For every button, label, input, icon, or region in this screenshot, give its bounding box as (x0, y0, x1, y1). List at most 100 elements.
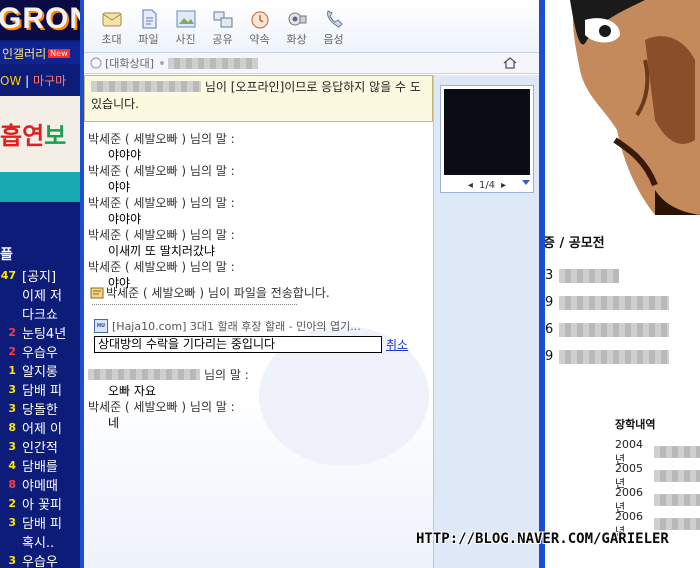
banner-strip (0, 172, 82, 202)
nav-separator: | (21, 74, 33, 88)
comment-count: 47 (0, 269, 16, 282)
message-sender: 박세준 ( 세발오빠 ) 님의 말 : (88, 260, 235, 274)
award-item: 3 (545, 262, 669, 289)
message-sender: 박세준 ( 세발오빠 ) 님의 말 : (88, 228, 235, 242)
webcam-icon (288, 12, 306, 26)
award-item: 9 (545, 343, 669, 370)
blog-url-watermark: HTTP://BLOG.NAVER.COM/GARIELER (416, 531, 669, 547)
partner-label: [대화상대] (105, 57, 155, 70)
message-sender: 박세준 ( 세발오빠 ) 님의 말 : (88, 164, 235, 178)
pager-next-button[interactable]: ▸ (501, 180, 506, 191)
info-icon (90, 57, 102, 69)
toolbar-label: 화상 (286, 33, 307, 46)
contact-avatar[interactable] (444, 89, 530, 175)
board-post-item[interactable]: 3 인간적 (0, 437, 82, 456)
message-text: 이새끼 또 딸치러갔냐 (108, 244, 215, 258)
nav-link-pink[interactable]: 마구마 (33, 74, 66, 88)
sender-label: 님의 말 : (204, 368, 249, 382)
message-text: 야야 (108, 180, 131, 194)
site-logo[interactable]: GRON (0, 2, 82, 36)
post-title: 담배 피 (22, 384, 63, 399)
comment-count: 3 (8, 516, 16, 529)
toolbar-label: 음성 (323, 33, 344, 46)
board-post-item[interactable]: 3 담배 피 (0, 513, 82, 532)
nav-link-ow[interactable]: OW (0, 74, 21, 88)
scholarship-item: 2005년 (615, 462, 700, 490)
board-post-item[interactable]: 4 담배를 (0, 456, 82, 475)
post-title: 아 꽃피 (22, 498, 63, 513)
award-redacted (559, 322, 669, 337)
scholarship-redacted (654, 446, 700, 458)
post-title: 어제 이 (22, 422, 63, 437)
avatar-pager: ◂ 1/4 ▸ (441, 178, 533, 192)
message-text: 오빠 자요 (108, 384, 156, 398)
new-badge: New (48, 49, 70, 58)
banner-text-green: 보 (44, 122, 67, 150)
redacted-name (91, 81, 201, 92)
post-title: [공지] (22, 270, 57, 285)
board-post-item[interactable]: 8 야메때 (0, 475, 82, 494)
comment-count: 8 (8, 421, 16, 434)
board-post-item[interactable]: 이제 저 (0, 285, 82, 304)
award-year-digit: 3 (545, 268, 554, 283)
pager-prev-button[interactable]: ◂ (468, 180, 473, 191)
board-post-item[interactable]: 혹시.. (0, 532, 82, 551)
chat-log: 박세준 ( 세발오빠 ) 님이 파일을 전송합니다. HU [Haja10.co… (84, 126, 433, 568)
site-logo-band: GRON (0, 0, 82, 40)
award-item: 9 (545, 289, 669, 316)
toolbar-button-file[interactable]: 파일 (131, 8, 166, 50)
board-post-item[interactable]: 2 눈팅4년 (0, 323, 82, 342)
separator-dot (160, 61, 165, 65)
scholarship-redacted (654, 494, 700, 506)
scholarship-redacted (654, 518, 700, 530)
toolbar-button-schedule[interactable]: 약속 (242, 8, 277, 50)
toolbar-button-share[interactable]: 공유 (205, 8, 240, 50)
toolbar-label: 파일 (138, 33, 159, 46)
award-redacted (559, 349, 669, 364)
file-transfer-notice-text: 박세준 ( 세발오빠 ) 님이 파일을 전송합니다. (106, 286, 330, 300)
post-title: 알지롱 (22, 365, 58, 380)
avatar-menu-icon[interactable] (522, 180, 530, 185)
board-post-item[interactable]: 다크쇼 (0, 304, 82, 323)
photo-icon (176, 10, 195, 28)
board-post-item[interactable]: 3 담배 피 (0, 380, 82, 399)
board-post-item[interactable]: 3 우습우 (0, 551, 82, 568)
message-text: 네 (108, 416, 120, 430)
pager-label: 1/4 (478, 179, 496, 191)
sender-label: 박세준 ( 세발오빠 ) 님의 말 : (88, 400, 235, 414)
message-text: 야야야 (108, 148, 142, 162)
top-nav-links: OW | 마구마 (0, 70, 82, 90)
toolbar-button-voice[interactable]: 음성 (316, 8, 351, 50)
board-post-item[interactable]: 2 아 꽃피 (0, 494, 82, 513)
toolbar-button-webcam[interactable]: 화상 (279, 8, 314, 50)
banner-text: 흡연보 (0, 116, 66, 151)
message-text: 야야 (108, 276, 131, 290)
board-post-item[interactable]: 2 우습우 (0, 342, 82, 361)
award-year-digit: 9 (545, 349, 554, 364)
toolbar-button-photo[interactable]: 사진 (168, 8, 203, 50)
separator-line (92, 304, 297, 305)
smoking-banner[interactable]: 흡연보 (0, 96, 82, 172)
file-transfer-icon (90, 287, 104, 298)
toolbar-label: 사진 (175, 33, 196, 46)
message-sender: 박세준 ( 세발오빠 ) 님의 말 : (88, 196, 235, 210)
scholarship-heading: 장학내역 (615, 418, 656, 431)
comment-count: 3 (8, 383, 16, 396)
cancel-transfer-link[interactable]: 취소 (386, 336, 408, 353)
post-title: 인간적 (22, 441, 58, 456)
board-post-item[interactable]: 8 어제 이 (0, 418, 82, 437)
transfer-file-name: HU [Haja10.com] 3대1 할래 후장 할래 - 민아의 엽기... (94, 318, 429, 334)
board-post-item[interactable]: 3 당돌한 (0, 399, 82, 418)
toolbar-button-invite[interactable]: 초대 (94, 8, 129, 50)
offline-notice: 님이 [오프라인]이므로 응답하지 않을 수 도 있습니다. (84, 75, 433, 122)
board-post-item[interactable]: 1 알지롱 (0, 361, 82, 380)
file-transfer-request: HU [Haja10.com] 3대1 할래 후장 할래 - 민아의 엽기...… (94, 318, 429, 353)
post-title: 우습우 (22, 346, 58, 361)
message-sender: 박세준 ( 세발오빠 ) 님의 말 : (88, 132, 235, 146)
gallery-link[interactable]: 인갤러리 New (0, 42, 82, 64)
board-post-list: 47 [공지] 이제 저 다크쇼 2 눈팅4년 2 우습우 1 알지롱 3 담배 피 3 당돌한 8 어제 이… (0, 266, 82, 568)
home-icon[interactable] (503, 57, 517, 69)
comment-count: 4 (8, 459, 16, 472)
post-title: 이제 저 (22, 289, 63, 304)
board-post-item[interactable]: 47 [공지] (0, 266, 82, 285)
